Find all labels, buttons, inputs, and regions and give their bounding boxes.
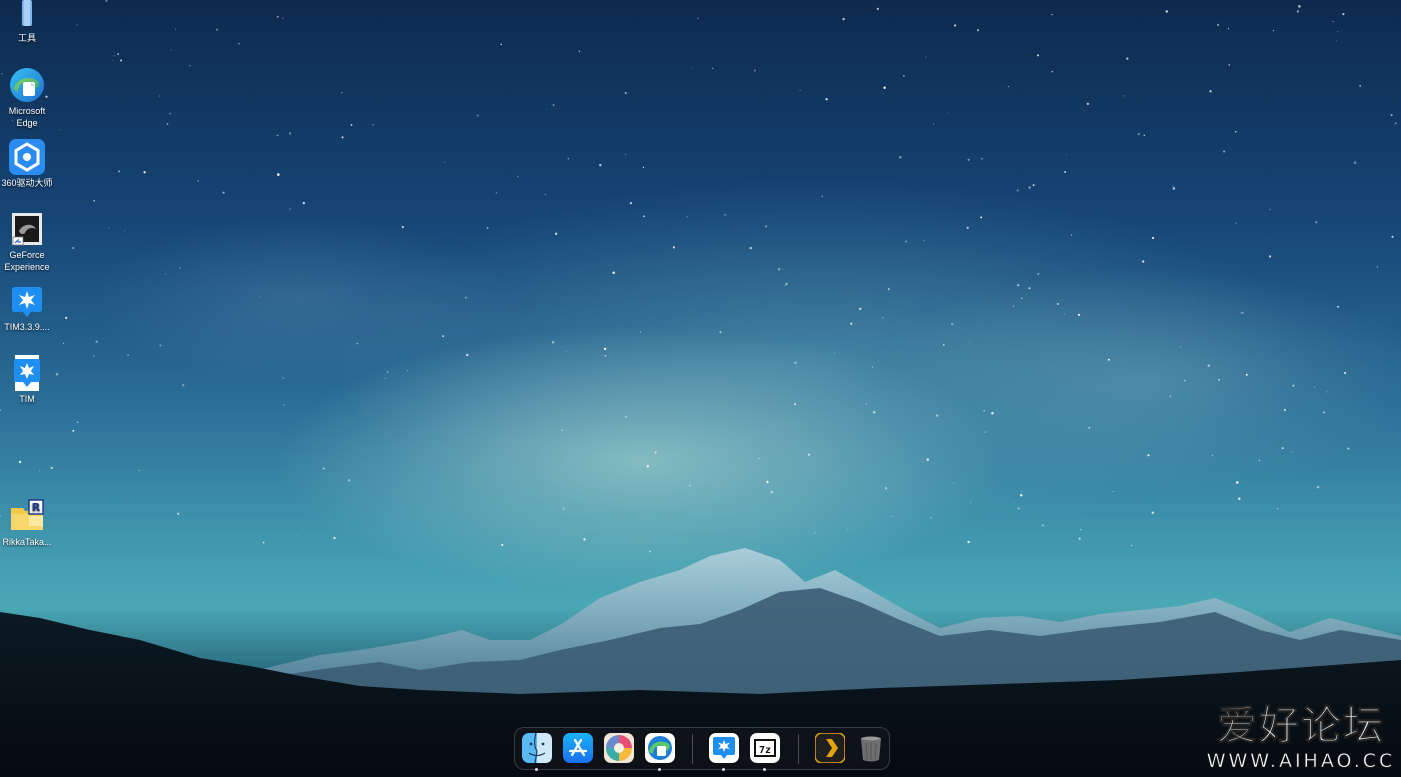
7zip-icon: 7z	[750, 733, 780, 763]
svg-text:R: R	[32, 501, 41, 514]
dock: 7z	[514, 727, 890, 771]
finder-icon	[522, 732, 552, 764]
app-store-icon	[563, 733, 593, 763]
mountain-silhouette	[0, 548, 1401, 777]
desktop-icon-tim-installer[interactable]: TIM3.3.9....	[0, 283, 54, 333]
desktop-icon-edge[interactable]: Microsoft Edge	[0, 67, 54, 129]
running-indicator	[722, 768, 725, 771]
edge-icon	[645, 733, 675, 763]
running-indicator	[658, 768, 661, 771]
7zip-label: 7z	[759, 745, 771, 756]
running-indicator	[535, 768, 538, 771]
dock-separator	[692, 734, 693, 764]
desktop-icon-360-driver[interactable]: 360驱动大师	[0, 139, 54, 189]
desktop-icon-label: Microsoft Edge	[8, 106, 46, 128]
dock-7zip[interactable]: 7z	[750, 733, 780, 771]
desktop-icon-label: TIM3.3.9....	[4, 322, 50, 332]
dock-plex[interactable]	[814, 732, 846, 764]
running-indicator	[763, 768, 766, 771]
desktop-icon-tim[interactable]: TIM	[0, 355, 54, 405]
rikka-icon: R	[9, 498, 45, 534]
trash-icon	[861, 736, 881, 762]
desktop-icon-geforce[interactable]: GeForce Experience	[0, 211, 54, 273]
dock-separator	[798, 734, 799, 764]
dock-tim[interactable]	[709, 733, 739, 771]
desktop-icon-rikka[interactable]: R RikkaTaka...	[0, 498, 54, 548]
tim-icon	[709, 733, 739, 763]
forum-watermark: 爱好论坛 WWW.AIHAO.CC	[1204, 702, 1398, 774]
edge-icon	[9, 67, 45, 103]
desktop-wallpaper	[0, 0, 1401, 777]
desktop-icon-label: 工具	[17, 33, 36, 43]
plex-icon	[814, 732, 846, 764]
dock-color-app[interactable]	[604, 733, 634, 763]
folder-icon	[9, 0, 45, 30]
desktop-icon-tools-folder[interactable]: 工具	[0, 0, 54, 44]
tim-icon	[9, 283, 45, 319]
watermark-title: 爱好论坛	[1217, 703, 1385, 750]
dock-edge[interactable]	[645, 733, 675, 771]
desktop-icon-label: 360驱动大师	[1, 178, 53, 188]
desktop-icon-label: GeForce Experience	[4, 250, 50, 272]
dock-app-store[interactable]	[563, 733, 593, 763]
desktop-icon-label: TIM	[19, 394, 35, 404]
desktop-icon-label: RikkaTaka...	[2, 537, 52, 547]
color-app-icon	[604, 733, 634, 763]
geforce-icon	[9, 211, 45, 247]
tim-icon	[9, 355, 45, 391]
360-driver-icon	[9, 139, 45, 175]
dock-finder[interactable]	[522, 732, 552, 771]
watermark-url: WWW.AIHAO.CC	[1206, 750, 1396, 773]
dock-trash[interactable]	[856, 733, 886, 763]
